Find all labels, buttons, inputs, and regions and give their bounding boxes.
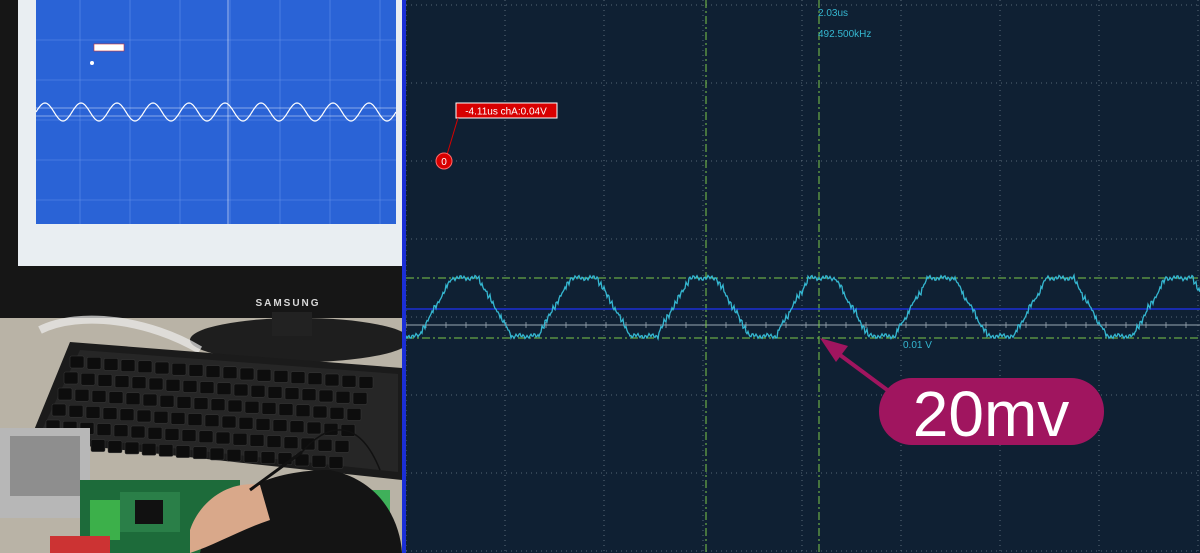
cursor-time-readout: 2.03us (818, 8, 848, 19)
oscilloscope-screen: 2.03us 492.500kHz -4.11us chA:0.04V 0 0.… (406, 0, 1200, 553)
marker-readout-text: -4.11us chA:0.04V (465, 107, 547, 118)
monitor-brand-logo: SAMSUNG (255, 298, 320, 309)
scope-background (406, 0, 1200, 553)
cursor-frequency-readout: 492.500kHz (818, 29, 871, 40)
bench-photo: SAMSUNG (0, 0, 402, 553)
level-readout: 0.01 V (903, 340, 932, 351)
annotation-label: 20mv (913, 378, 1070, 450)
marker-zero-label: 0 (441, 157, 447, 168)
